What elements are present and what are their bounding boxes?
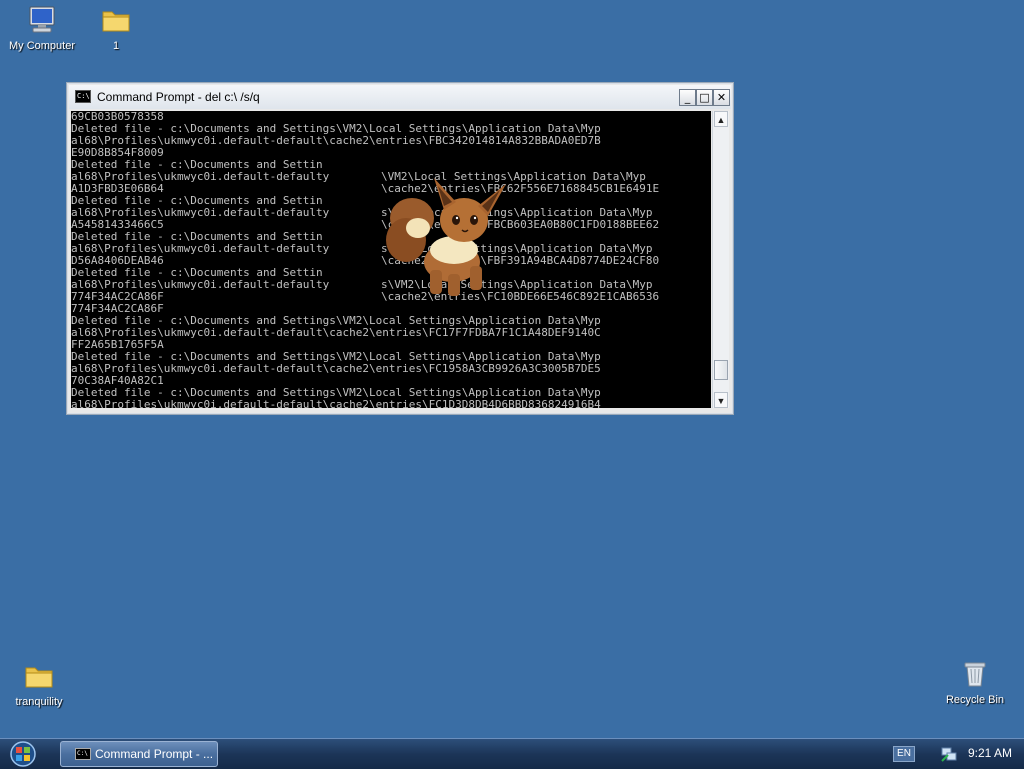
my-computer-label: My Computer	[8, 40, 76, 52]
taskbar-command-prompt-button[interactable]: C:\ Command Prompt - ...	[60, 741, 218, 767]
scroll-down-button[interactable]: ▼	[714, 392, 728, 408]
network-tray-icon[interactable]	[940, 745, 958, 763]
window-titlebar[interactable]: C:\ Command Prompt - del c:\ /s/q _ □ ✕	[69, 85, 731, 109]
folder-1-label: 1	[112, 40, 120, 52]
clock[interactable]: 9:21 AM	[962, 746, 1018, 760]
recycle-bin-glyph-icon	[964, 662, 986, 687]
console-line: al68\Profiles\ukmwyc0i.default-default\c…	[71, 326, 601, 339]
tranquility-folder-icon[interactable]: tranquility	[0, 660, 81, 708]
cmd-taskbar-icon: C:\	[75, 748, 91, 760]
console-line: al68\Profiles\ukmwyc0i.default-default\c…	[71, 362, 601, 375]
scroll-thumb[interactable]	[714, 359, 728, 380]
console-line: al68\Profiles\ukmwyc0i.default-default\c…	[71, 134, 601, 147]
language-indicator[interactable]: EN	[893, 746, 915, 762]
scroll-up-button[interactable]: ▲	[714, 111, 728, 127]
minimize-button[interactable]: _	[679, 89, 696, 106]
eevee-sprite-image	[386, 178, 506, 296]
tranquility-label: tranquility	[15, 696, 63, 708]
close-button[interactable]: ✕	[713, 89, 730, 106]
computer-icon	[29, 6, 55, 33]
taskbar-button-label: Command Prompt - ...	[95, 747, 214, 761]
recycle-bin-label: Recycle Bin	[945, 694, 1005, 706]
taskbar: C:\ Command Prompt - ... EN 9:21 AM	[0, 738, 1024, 769]
recycle-bin-icon[interactable]: Recycle Bin	[933, 658, 1017, 706]
folder-icon	[102, 11, 130, 32]
start-button-icon[interactable]	[6, 740, 40, 768]
folder-icon	[25, 667, 53, 688]
console-line: al68\Profiles\ukmwyc0i.default-default\c…	[71, 398, 601, 409]
cmd-app-icon: C:\	[75, 90, 91, 103]
my-computer-icon[interactable]: My Computer	[0, 4, 84, 52]
vertical-scrollbar[interactable]: ▲ ▼	[712, 111, 729, 408]
maximize-button[interactable]: □	[696, 89, 713, 106]
window-title: Command Prompt - del c:\ /s/q	[97, 90, 260, 104]
folder-1-icon[interactable]: 1	[74, 4, 158, 52]
